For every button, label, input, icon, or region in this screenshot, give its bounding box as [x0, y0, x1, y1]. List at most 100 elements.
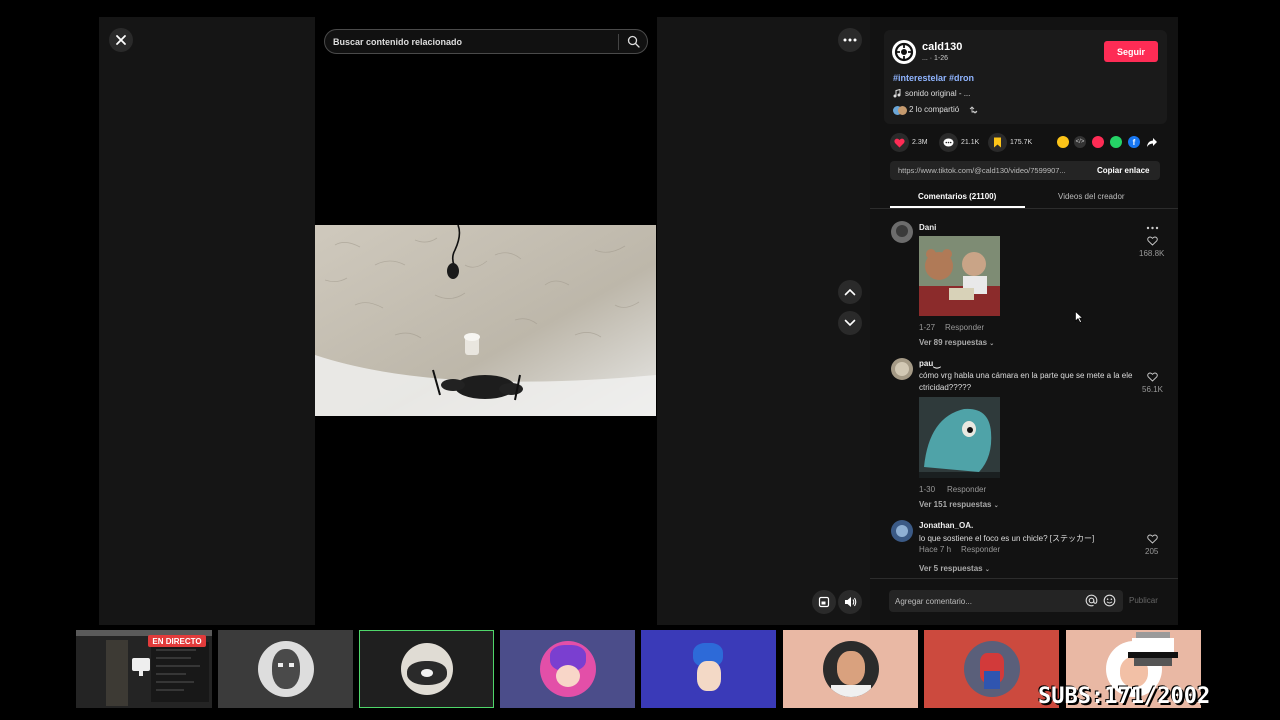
music-note-icon — [893, 89, 901, 98]
video-frame — [315, 225, 656, 416]
search-icon[interactable] — [627, 35, 640, 48]
stream-tile-selected[interactable] — [359, 630, 494, 708]
share-arrow-icon[interactable] — [1146, 137, 1158, 148]
whatsapp-icon[interactable] — [1110, 136, 1122, 148]
comment-text-line1: cómo vrg habla una cámara en la parte qu… — [919, 371, 1133, 380]
sticker-illustration — [919, 236, 1000, 316]
streamer-avatar — [963, 641, 1020, 697]
hat-overlay — [1128, 632, 1180, 672]
chevron-down-icon: ⌄ — [989, 341, 995, 347]
embed-icon[interactable]: </> — [1074, 136, 1086, 148]
comment-date: 1-27 — [919, 323, 936, 332]
coin-icon[interactable] — [1057, 136, 1069, 148]
more-options-button[interactable] — [838, 28, 862, 52]
emoji-icon[interactable] — [1103, 594, 1116, 607]
view-replies-label: Ver 5 respuestas — [919, 564, 983, 573]
comment-avatar[interactable] — [891, 520, 913, 542]
reply-button[interactable]: Responder — [947, 485, 986, 494]
close-button[interactable] — [109, 28, 133, 52]
sticker-illustration — [919, 397, 1000, 478]
mouse-cursor-icon — [1075, 311, 1083, 323]
floating-player-button[interactable] — [812, 590, 836, 614]
screen: cald130 ... · 1-26 Seguir #interestelar … — [0, 0, 1280, 720]
reply-button[interactable]: Responder — [961, 545, 1000, 554]
left-panel — [99, 17, 315, 625]
volume-icon — [844, 597, 856, 607]
video-still — [315, 225, 656, 416]
search-input[interactable] — [333, 35, 615, 49]
shared-avatars — [893, 105, 907, 116]
volume-button[interactable] — [838, 590, 862, 614]
chevron-up-icon — [844, 288, 856, 296]
author-logo-icon — [894, 42, 914, 62]
comment-username[interactable]: pau⏝ — [919, 359, 941, 369]
stream-tile[interactable] — [783, 630, 918, 708]
comment-like-count: 205 — [1145, 547, 1159, 556]
comment-like-icon[interactable] — [1147, 534, 1158, 544]
view-replies-label: Ver 151 respuestas — [919, 500, 992, 509]
next-video-button[interactable] — [838, 311, 862, 335]
author-name[interactable]: cald130 — [922, 41, 962, 53]
hashtags[interactable]: #interestelar #dron — [893, 73, 974, 83]
subs-counter: SUBS:171/2002 — [1038, 684, 1211, 709]
post-comment-button[interactable]: Publicar — [1129, 596, 1158, 605]
comment-username[interactable]: Dani — [919, 223, 936, 232]
send-icon[interactable] — [1092, 136, 1104, 148]
comment-like-count: 56.1K — [1142, 385, 1163, 394]
shared-count: 2 lo compartió — [909, 105, 960, 114]
comment-text-line2: ctricidad????? — [919, 383, 972, 392]
like-count: 2.3M — [912, 139, 928, 146]
view-replies-button[interactable]: Ver 5 respuestas ⌄ — [919, 564, 990, 573]
save-button[interactable] — [988, 133, 1007, 152]
streamer-avatar — [680, 641, 737, 697]
comment-sticker-image[interactable] — [919, 397, 1000, 478]
streamer-avatar — [822, 641, 879, 697]
view-replies-label: Ver 89 respuestas — [919, 338, 988, 347]
view-replies-button[interactable]: Ver 151 respuestas ⌄ — [919, 500, 999, 509]
comment-like-count: 168.8K — [1139, 249, 1165, 258]
comment-date: Hace 7 h — [919, 545, 952, 554]
search-bar[interactable] — [324, 29, 648, 54]
repost-icon — [969, 106, 978, 114]
comment-date: 1-30 — [919, 485, 936, 494]
tab-comments[interactable]: Comentarios (21100) — [918, 192, 996, 201]
comment-button[interactable] — [939, 133, 958, 152]
copy-link-button[interactable]: Copiar enlace — [1097, 166, 1149, 175]
tab-active-indicator — [890, 206, 1025, 208]
comment-text: lo que sostiene el foco es un chicle? [ス… — [919, 534, 1095, 543]
pip-icon — [818, 596, 830, 608]
tab-underline-track — [870, 208, 1178, 209]
like-button[interactable] — [890, 133, 909, 152]
sound-name[interactable]: sonido original - ... — [905, 89, 970, 98]
comment-avatar[interactable] — [891, 358, 913, 380]
comment-sticker-image[interactable] — [919, 236, 1000, 316]
chevron-down-icon — [844, 319, 856, 327]
stream-tile[interactable] — [641, 630, 776, 708]
more-icon — [843, 38, 857, 42]
follow-button[interactable]: Seguir — [1104, 41, 1158, 62]
tab-creator-videos[interactable]: Videos del creador — [1058, 192, 1125, 201]
chevron-down-icon: ⌄ — [984, 567, 990, 573]
author-avatar[interactable] — [892, 40, 916, 64]
streamer-avatar — [539, 641, 596, 697]
comment-input[interactable] — [895, 595, 1075, 607]
video-url[interactable]: https://www.tiktok.com/@cald130/video/75… — [898, 166, 1086, 175]
stream-tile[interactable] — [500, 630, 635, 708]
close-icon — [116, 35, 126, 45]
facebook-icon[interactable]: f — [1128, 136, 1140, 148]
save-count: 175.7K — [1010, 139, 1033, 146]
mention-icon[interactable] — [1085, 594, 1098, 607]
post-meta: ... · 1-26 — [922, 55, 949, 62]
comment-composer[interactable] — [889, 590, 1123, 612]
comment-like-icon[interactable] — [1147, 372, 1158, 382]
comment-like-icon[interactable] — [1147, 236, 1158, 246]
comment-more-icon[interactable] — [1146, 226, 1159, 230]
reply-button[interactable]: Responder — [945, 323, 984, 332]
stream-tile[interactable] — [218, 630, 353, 708]
previous-video-button[interactable] — [838, 280, 862, 304]
comment-count: 21.1K — [961, 139, 980, 146]
view-replies-button[interactable]: Ver 89 respuestas ⌄ — [919, 338, 994, 347]
comment-avatar[interactable] — [891, 221, 913, 243]
live-badge: EN DIRECTO — [148, 635, 206, 647]
comment-username[interactable]: Jonathan_OA. — [919, 521, 973, 530]
